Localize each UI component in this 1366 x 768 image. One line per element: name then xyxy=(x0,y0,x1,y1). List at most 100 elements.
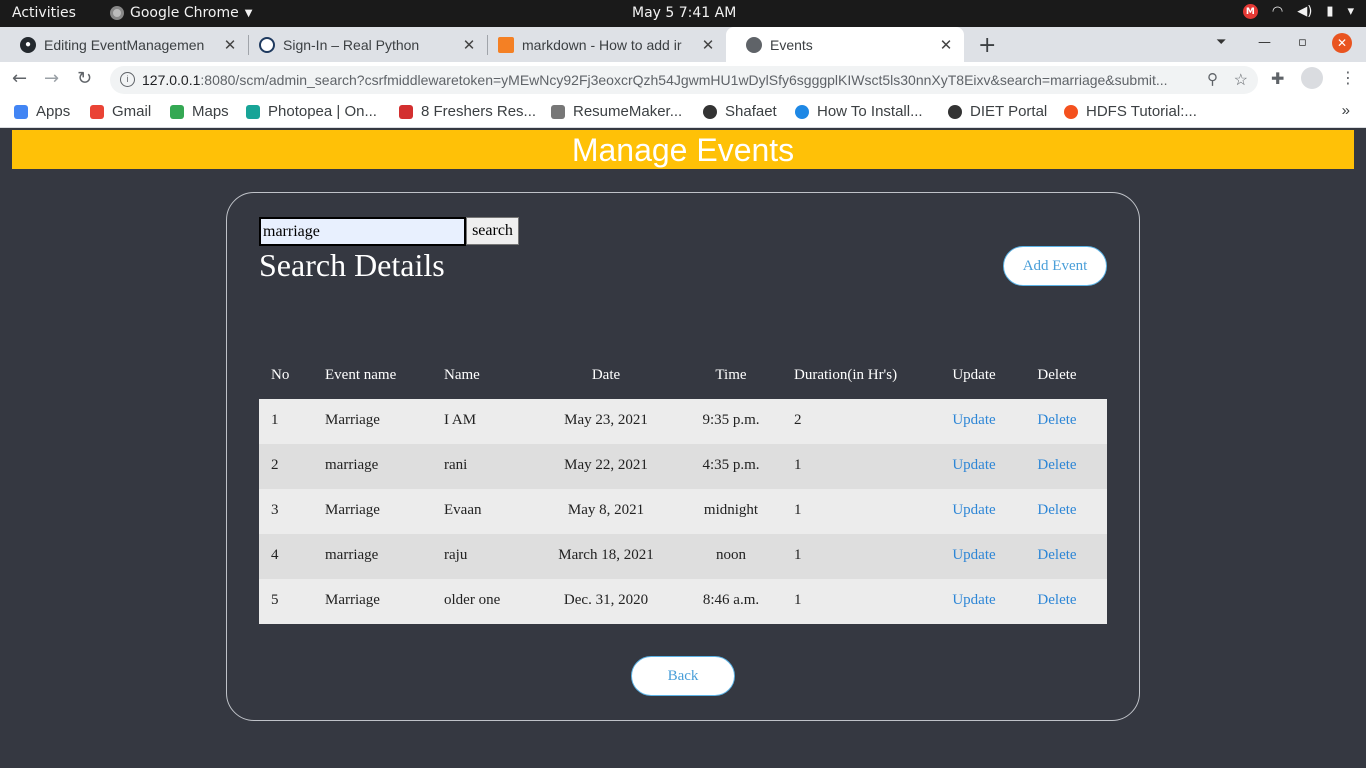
bookmark-label: Shafaet xyxy=(725,103,777,120)
cell-time: 9:35 p.m. xyxy=(702,412,760,428)
system-tray[interactable]: M ◠ ◀) ▮ ▾ xyxy=(1242,4,1354,19)
tab-title: Editing EventManagemen xyxy=(44,36,205,53)
cell-duration: 1 xyxy=(794,547,802,563)
column-header-date: Date xyxy=(591,367,621,383)
bookmark-label: How To Install... xyxy=(817,103,923,120)
bookmark-hdfs-tutorial[interactable]: HDFS Tutorial:... xyxy=(1064,103,1197,120)
close-icon[interactable]: ✕ xyxy=(461,36,477,54)
bookmark-label: Gmail xyxy=(112,103,152,120)
table-row: 4 marriage raju March 18, 2021 noon 1 Up… xyxy=(259,534,1107,579)
chevron-down-icon[interactable]: ▾ xyxy=(1347,4,1354,19)
bookmark-photopea[interactable]: Photopea | On... xyxy=(246,103,377,120)
profile-avatar[interactable] xyxy=(1301,67,1323,89)
apps-grid-icon xyxy=(14,104,28,119)
maximize-icon[interactable]: ▫ xyxy=(1298,35,1307,50)
app-menu[interactable]: Google Chrome ▼ xyxy=(110,5,252,21)
table-row: 2 marriage rani May 22, 2021 4:35 p.m. 1… xyxy=(259,444,1107,489)
page-title: Search Details xyxy=(259,247,445,283)
cell-event-name: Marriage xyxy=(325,412,380,428)
cell-name: Evaan xyxy=(444,502,482,518)
cell-date: Dec. 31, 2020 xyxy=(563,592,649,608)
bookmark-resumemaker[interactable]: ResumeMaker... xyxy=(551,103,682,120)
github-icon: ● xyxy=(20,36,36,53)
minimize-icon[interactable]: — xyxy=(1258,35,1271,50)
column-header-duration: Duration(in Hr's) xyxy=(794,367,898,383)
cell-no: 2 xyxy=(271,457,279,473)
url-host: 127.0.0.1 xyxy=(142,72,201,88)
cell-event-name: Marriage xyxy=(325,502,380,518)
cell-name: I AM xyxy=(444,412,477,428)
bookmark-apps[interactable]: Apps xyxy=(14,103,70,120)
cell-name: rani xyxy=(444,457,468,473)
column-header-delete: Delete xyxy=(1037,367,1077,383)
cell-time: 4:35 p.m. xyxy=(702,457,760,473)
delete-link[interactable]: Delete xyxy=(1007,547,1107,564)
tab-editing-eventmanagement[interactable]: ● Editing EventManagemen ✕ xyxy=(0,27,248,62)
delete-link[interactable]: Delete xyxy=(1007,592,1107,609)
bookmark-shafaet[interactable]: Shafaet xyxy=(703,103,777,120)
mega-icon[interactable]: M xyxy=(1242,4,1258,19)
add-event-button[interactable]: Add Event xyxy=(1003,246,1107,286)
close-icon[interactable]: ✕ xyxy=(938,36,954,54)
search-button[interactable]: search xyxy=(466,217,519,245)
cell-no: 5 xyxy=(271,592,279,608)
tab-markdown[interactable]: markdown - How to add ir ✕ xyxy=(478,27,726,62)
new-tab-icon[interactable]: + xyxy=(978,33,996,58)
cell-date: May 8, 2021 xyxy=(567,502,645,518)
table-header: No Event name Name Date Time Duration(in… xyxy=(259,354,1107,399)
system-top-bar: Activities Google Chrome ▼ May 5 7:41 AM… xyxy=(0,0,1366,27)
cell-no: 4 xyxy=(271,547,279,563)
page-content: Manage Events search Search Details Add … xyxy=(0,130,1366,768)
url-text[interactable]: 127.0.0.1:8080/scm/admin_search?csrfmidd… xyxy=(142,72,1182,88)
search-input[interactable] xyxy=(259,217,466,246)
cell-no: 1 xyxy=(271,412,279,428)
close-icon[interactable]: ✕ xyxy=(222,36,238,54)
globe-icon xyxy=(703,104,717,119)
info-icon[interactable]: i xyxy=(120,72,135,87)
cell-event-name: Marriage xyxy=(325,592,380,608)
clock[interactable]: May 5 7:41 AM xyxy=(632,5,736,21)
cell-name: raju xyxy=(444,547,468,563)
extensions-icon[interactable]: ✚ xyxy=(1271,69,1284,88)
volume-icon[interactable]: ◀) xyxy=(1297,4,1312,19)
cell-duration: 1 xyxy=(794,457,802,473)
window-close-icon[interactable]: ✕ xyxy=(1332,33,1352,53)
cell-duration: 1 xyxy=(794,592,802,608)
back-button[interactable]: Back xyxy=(631,656,735,696)
cell-no: 3 xyxy=(271,502,279,518)
bookmark-gmail[interactable]: Gmail xyxy=(90,103,151,120)
table-row: 3 Marriage Evaan May 8, 2021 midnight 1 … xyxy=(259,489,1107,534)
bookmarks-overflow-icon[interactable]: » xyxy=(1342,102,1350,119)
table-row: 1 Marriage I AM May 23, 2021 9:35 p.m. 2… xyxy=(259,399,1107,444)
forward-arrow-icon[interactable]: → xyxy=(44,68,59,89)
wifi-icon[interactable]: ◠ xyxy=(1272,4,1283,19)
address-bar[interactable]: i 127.0.0.1:8080/scm/admin_search?csrfmi… xyxy=(110,66,1258,94)
app-menu-label: Google Chrome xyxy=(130,5,239,21)
bookmark-maps[interactable]: Maps xyxy=(170,103,229,120)
bookmark-label: HDFS Tutorial:... xyxy=(1086,103,1197,120)
battery-icon[interactable]: ▮ xyxy=(1326,4,1333,19)
maps-icon xyxy=(170,104,184,119)
browser-toolbar: ← → ↻ i 127.0.0.1:8080/scm/admin_search?… xyxy=(0,62,1366,97)
bookmark-label: 8 Freshers Res... xyxy=(421,103,537,120)
tab-search-icon[interactable]: ⏷ xyxy=(1216,35,1226,50)
bookmark-freshers[interactable]: 8 Freshers Res... xyxy=(399,103,536,120)
cell-time: 8:46 a.m. xyxy=(702,592,760,608)
tab-events[interactable]: Events ✕ xyxy=(726,27,964,62)
column-header-event-name: Event name xyxy=(325,367,397,383)
tab-title: Events xyxy=(770,36,813,53)
close-icon[interactable]: ✕ xyxy=(700,36,716,54)
delete-link[interactable]: Delete xyxy=(1007,502,1107,519)
tab-sign-in-real-python[interactable]: Sign-In – Real Python ✕ xyxy=(239,27,487,62)
delete-link[interactable]: Delete xyxy=(1007,412,1107,429)
zoom-icon[interactable]: ⚲ xyxy=(1207,70,1218,88)
activities-button[interactable]: Activities xyxy=(12,5,76,21)
bookmark-diet-portal[interactable]: DIET Portal xyxy=(948,103,1047,120)
kebab-menu-icon[interactable]: ⋮ xyxy=(1340,68,1356,87)
column-header-no: No xyxy=(271,367,290,383)
bookmark-how-to-install[interactable]: How To Install... xyxy=(795,103,923,120)
reload-icon[interactable]: ↻ xyxy=(77,68,92,89)
delete-link[interactable]: Delete xyxy=(1007,457,1107,474)
bookmark-star-icon[interactable]: ☆ xyxy=(1234,70,1248,90)
back-arrow-icon[interactable]: ← xyxy=(12,68,27,89)
